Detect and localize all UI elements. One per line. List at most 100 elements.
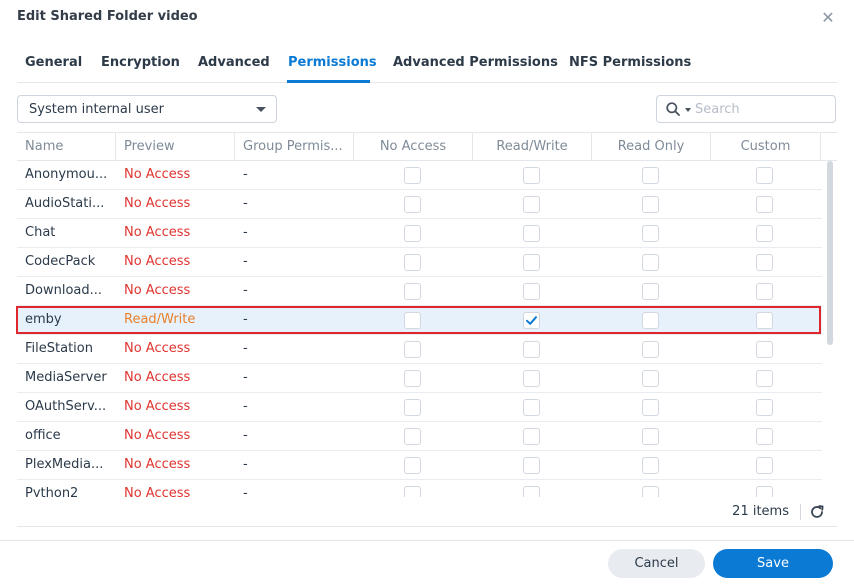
custom-checkbox[interactable] [756,254,773,271]
no-access-checkbox[interactable] [404,370,421,387]
read-only-checkbox[interactable] [642,283,659,300]
read-only-checkbox[interactable] [642,399,659,416]
custom-checkbox[interactable] [756,283,773,300]
row-group-permission: - [243,225,248,240]
row-name: Anonymou... [25,167,108,182]
search-icon[interactable] [666,102,680,116]
column-header-read-write[interactable]: Read/Write [473,133,592,161]
tab-advanced-permissions[interactable]: Advanced Permissions [393,55,558,70]
read-write-checkbox[interactable] [523,399,540,416]
table-row[interactable]: Anonymou... No Access - [17,161,822,190]
no-access-checkbox[interactable] [404,283,421,300]
table-row[interactable]: emby Read/Write - [17,306,822,335]
read-only-checkbox[interactable] [642,196,659,213]
custom-checkbox[interactable] [756,457,773,474]
column-header-group-permission[interactable]: Group Permis... [235,133,354,161]
row-preview: No Access [124,254,191,269]
no-access-checkbox[interactable] [404,457,421,474]
table-row[interactable]: CodecPack No Access - [17,248,822,277]
row-preview: No Access [124,428,191,443]
search-options-caret-icon[interactable] [685,108,691,112]
table-row[interactable]: AudioStati... No Access - [17,190,822,219]
column-header-preview[interactable]: Preview [116,133,235,161]
table-row[interactable]: OAuthServ... No Access - [17,393,822,422]
read-write-checkbox[interactable] [523,196,540,213]
read-write-checkbox[interactable] [523,428,540,445]
custom-checkbox[interactable] [756,225,773,242]
tab-encryption[interactable]: Encryption [101,55,180,70]
footer-divider-line [0,540,854,541]
dialog-title: Edit Shared Folder video [17,9,198,24]
row-name: Download... [25,283,103,298]
row-group-permission: - [243,457,248,472]
custom-checkbox[interactable] [756,167,773,184]
table-row[interactable]: FileStation No Access - [17,335,822,364]
row-name: Python2 [25,486,79,497]
read-write-checkbox[interactable] [523,283,540,300]
no-access-checkbox[interactable] [404,225,421,242]
tab-permissions[interactable]: Permissions [288,55,377,70]
read-write-checkbox[interactable] [523,486,540,497]
grid-footer: 21 items [17,497,837,526]
read-write-checkbox[interactable] [523,457,540,474]
row-group-permission: - [243,341,248,356]
custom-checkbox[interactable] [756,196,773,213]
read-only-checkbox[interactable] [642,167,659,184]
custom-checkbox[interactable] [756,428,773,445]
no-access-checkbox[interactable] [404,254,421,271]
save-button[interactable]: Save [713,549,833,578]
row-group-permission: - [243,312,248,327]
column-header-no-access[interactable]: No Access [354,133,473,161]
read-only-checkbox[interactable] [642,341,659,358]
no-access-checkbox[interactable] [404,341,421,358]
read-write-checkbox[interactable] [523,254,540,271]
read-write-checkbox[interactable] [523,370,540,387]
read-only-checkbox[interactable] [642,457,659,474]
tab-advanced[interactable]: Advanced [198,55,270,70]
cancel-button[interactable]: Cancel [608,549,705,578]
grid-scrollbar[interactable] [827,161,833,345]
row-name: emby [25,312,62,327]
read-only-checkbox[interactable] [642,370,659,387]
search-input[interactable] [695,100,830,119]
custom-checkbox[interactable] [756,399,773,416]
table-row[interactable]: PlexMedia... No Access - [17,451,822,480]
user-type-dropdown[interactable]: System internal user [17,95,277,123]
tab-general[interactable]: General [25,55,82,70]
column-header-custom[interactable]: Custom [711,133,821,161]
read-write-checkbox[interactable] [523,341,540,358]
custom-checkbox[interactable] [756,486,773,497]
column-header-name[interactable]: Name [17,133,116,161]
no-access-checkbox[interactable] [404,167,421,184]
refresh-icon[interactable] [809,504,825,520]
grid-rows: Anonymou... No Access - AudioStati... No Acc… [17,161,822,497]
read-only-checkbox[interactable] [642,428,659,445]
table-row[interactable]: office No Access - [17,422,822,451]
table-row[interactable]: MediaServer No Access - [17,364,822,393]
no-access-checkbox[interactable] [404,196,421,213]
read-only-checkbox[interactable] [642,486,659,497]
custom-checkbox[interactable] [756,312,773,329]
table-row[interactable]: Python2 No Access - [17,480,822,497]
custom-checkbox[interactable] [756,370,773,387]
column-header-read-only[interactable]: Read Only [592,133,711,161]
read-write-checkbox[interactable] [523,312,540,329]
tab-bar: General Encryption Advanced Permissions … [17,36,837,83]
read-write-checkbox[interactable] [523,225,540,242]
custom-checkbox[interactable] [756,341,773,358]
row-preview: No Access [124,399,191,414]
table-row[interactable]: Download... No Access - [17,277,822,306]
tab-nfs-permissions[interactable]: NFS Permissions [569,55,691,70]
read-only-checkbox[interactable] [642,225,659,242]
read-only-checkbox[interactable] [642,312,659,329]
no-access-checkbox[interactable] [404,486,421,497]
read-only-checkbox[interactable] [642,254,659,271]
close-icon[interactable]: ✕ [818,8,838,28]
read-write-checkbox[interactable] [523,167,540,184]
no-access-checkbox[interactable] [404,312,421,329]
row-preview: No Access [124,486,191,497]
row-group-permission: - [243,283,248,298]
no-access-checkbox[interactable] [404,428,421,445]
table-row[interactable]: Chat No Access - [17,219,822,248]
no-access-checkbox[interactable] [404,399,421,416]
